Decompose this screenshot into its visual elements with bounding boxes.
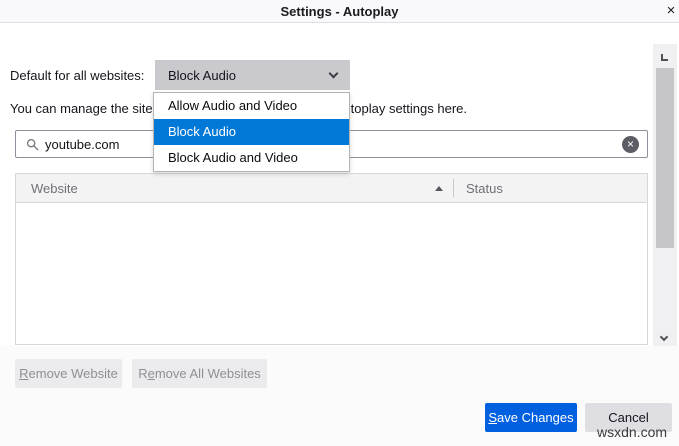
chevron-down-icon	[329, 68, 339, 78]
clear-search-icon[interactable]: ×	[622, 136, 639, 153]
remove-website-button[interactable]: Remove Website	[15, 359, 122, 388]
column-header-status[interactable]: Status	[454, 181, 503, 196]
sort-ascending-icon	[435, 186, 443, 191]
close-icon[interactable]: ×	[663, 2, 679, 20]
save-changes-button[interactable]: Save Changes	[485, 403, 577, 432]
scroll-down-icon[interactable]	[661, 334, 667, 340]
websites-table: Website Status	[15, 173, 648, 345]
autoplay-default-select-value: Block Audio	[168, 68, 236, 83]
default-for-all-websites-label: Default for all websites:	[10, 68, 144, 83]
scrollbar-thumb[interactable]	[656, 68, 674, 248]
dropdown-option-block-audio-video[interactable]: Block Audio and Video	[154, 145, 349, 171]
dropdown-option-allow-audio-video[interactable]: Allow Audio and Video	[154, 93, 349, 119]
settings-autoplay-dialog: Settings - Autoplay × Default for all we…	[0, 0, 679, 446]
search-icon	[26, 138, 39, 151]
titlebar: Settings - Autoplay ×	[0, 0, 679, 23]
vertical-scrollbar[interactable]	[653, 44, 677, 348]
column-header-website[interactable]: Website	[16, 181, 453, 196]
footer: Remove Website Remove All Websites Save …	[0, 346, 679, 446]
dropdown-option-block-audio[interactable]: Block Audio	[154, 119, 349, 145]
autoplay-dropdown-popup: Allow Audio and Video Block Audio Block …	[153, 92, 350, 172]
scroll-up-icon[interactable]	[660, 53, 670, 63]
autoplay-default-select[interactable]: Block Audio	[155, 60, 350, 90]
remove-all-websites-button[interactable]: Remove All Websites	[132, 359, 267, 388]
table-header: Website Status	[16, 174, 647, 203]
page-title: Settings - Autoplay	[0, 4, 679, 19]
watermark: wsxdn.com	[597, 424, 667, 440]
table-body-empty	[16, 203, 647, 344]
